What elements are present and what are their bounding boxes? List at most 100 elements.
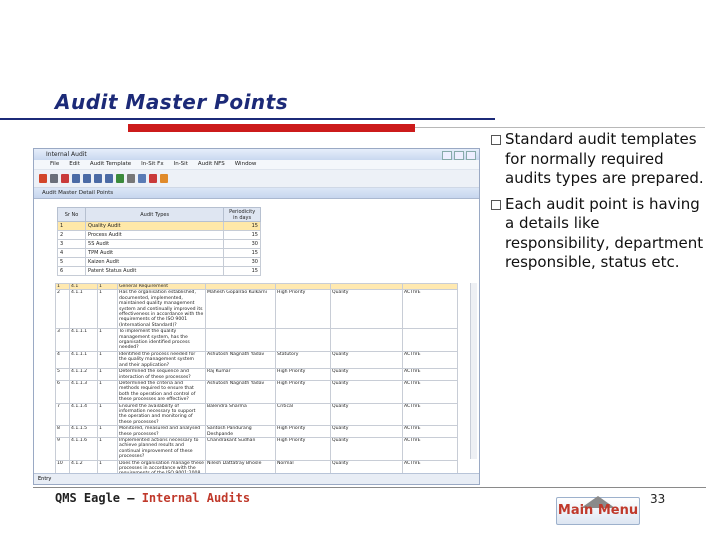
menu-item[interactable]: Window <box>235 160 257 169</box>
table-row[interactable]: 5 Kaizen Audit 30 <box>56 257 261 267</box>
table-row[interactable]: 3 4.1.1.1 1 To implement the quality manage… <box>55 328 458 352</box>
table-cell: Quality <box>330 368 403 381</box>
table-cell: 4.1.1.6 <box>69 436 98 461</box>
table-cell: Kaizen Audit <box>85 257 225 267</box>
table-cell: High Priority <box>275 368 331 381</box>
table-cell: Critical <box>275 402 331 427</box>
table-cell: To implement the quality management syst… <box>117 328 206 352</box>
close-icon[interactable] <box>466 151 476 160</box>
table-cell: 1 <box>97 328 118 352</box>
table-cell: ACTIVE <box>402 379 458 404</box>
table-cell: Santosh Pandurang Deshpande <box>205 425 276 438</box>
footer-accent-text: Internal Audits <box>141 491 251 505</box>
table-row[interactable]: 2 Process Audit 15 <box>56 230 261 240</box>
table-row[interactable]: 8 4.1.1.5 1 Monitored, measured and analyse… <box>55 425 458 438</box>
table-row[interactable]: 4 TPM Audit 15 <box>56 248 261 258</box>
first-icon[interactable] <box>72 174 80 183</box>
table-cell: ACTIVE <box>402 402 458 427</box>
print-icon[interactable] <box>138 174 146 183</box>
table-cell: Chandrakant Sudhan <box>205 436 276 461</box>
main-menu-button[interactable]: Main Menu <box>556 496 640 525</box>
table-row[interactable]: 5 4.1.1.2 1 Determined the sequence and int… <box>55 368 458 381</box>
title-underline <box>0 118 495 120</box>
table-cell: 1 <box>97 436 118 461</box>
table-cell: Quality <box>330 289 403 330</box>
table-cell: 15 <box>223 230 261 240</box>
app-screenshot: Internal Audit File Edit Audit Template … <box>33 148 480 485</box>
table-row[interactable]: 1 Quality Audit 15 <box>56 221 261 231</box>
export-icon[interactable] <box>160 174 168 183</box>
app-status-tab[interactable]: Entry <box>34 473 479 484</box>
minimize-icon[interactable] <box>442 151 452 160</box>
window-controls <box>442 151 476 160</box>
table-cell: 4.1.1 <box>69 289 98 330</box>
menu-item[interactable]: Edit <box>69 160 80 169</box>
table-cell: Ensured the availability of information … <box>117 402 206 427</box>
table-row[interactable]: 7 4.1.1.4 1 Ensured the availability of inf… <box>55 402 458 427</box>
menu-item[interactable]: Audit Template <box>90 160 131 169</box>
table-cell: 6 <box>55 379 70 404</box>
search-icon[interactable] <box>127 174 135 183</box>
divider-line <box>415 127 705 128</box>
app-window-title: Internal Audit <box>46 151 87 158</box>
footer-label: QMS Eagle – Internal Audits <box>55 491 250 505</box>
column-header[interactable]: Sr No <box>56 207 87 222</box>
edit-icon[interactable] <box>50 174 58 183</box>
menu-item[interactable]: In-Sit <box>174 160 188 169</box>
table-cell: 15 <box>223 248 261 258</box>
table-cell: Determined the criteria and methods requ… <box>117 379 206 404</box>
audit-types-grid: Sr No Audit Types Periodicity in days 1Q… <box>56 207 261 276</box>
table-cell: High Priority <box>275 289 331 330</box>
maximize-icon[interactable] <box>454 151 464 160</box>
table-row[interactable]: 6 4.1.1.3 1 Determined the criteria and met… <box>55 379 458 404</box>
table-cell: High Priority <box>275 436 331 461</box>
page-number: 33 <box>650 492 666 506</box>
refresh-icon[interactable] <box>116 174 124 183</box>
table-cell: 1 <box>97 379 118 404</box>
app-titlebar: Internal Audit <box>34 149 479 160</box>
column-header[interactable]: Periodicity in days <box>223 207 261 222</box>
previous-icon[interactable] <box>83 174 91 183</box>
menu-item[interactable]: Audit NFS <box>198 160 225 169</box>
table-cell: 2 <box>56 230 87 240</box>
table-cell: 1 <box>97 402 118 427</box>
table-cell: 4.1.1.1 <box>69 350 98 370</box>
menu-item[interactable]: In-Sit Fx <box>141 160 163 169</box>
table-row[interactable]: 3 5S Audit 30 <box>56 239 261 249</box>
table-cell: Identified the process needed for the qu… <box>117 350 206 370</box>
column-header[interactable]: Audit Types <box>85 207 225 222</box>
table-cell: 4.1.1.1 <box>69 328 98 352</box>
delete-icon[interactable] <box>61 174 69 183</box>
table-row[interactable]: 2 4.1.1 1 Has the organisation established,… <box>55 289 458 330</box>
table-row[interactable]: 6 Patent Status Audit 15 <box>56 266 261 276</box>
table-cell: Raj Kumar <box>205 368 276 381</box>
table-cell: Quality <box>330 436 403 461</box>
table-cell: Monitored, measured and analysed these p… <box>117 425 206 438</box>
table-row[interactable]: 9 4.1.1.6 1 Implemented actions necessary t… <box>55 436 458 461</box>
new-icon[interactable] <box>39 174 47 183</box>
table-cell: 5 <box>56 257 87 267</box>
table-cell: 3 <box>55 328 70 352</box>
pdf-icon[interactable] <box>149 174 157 183</box>
table-cell: Quality <box>330 425 403 438</box>
next-icon[interactable] <box>94 174 102 183</box>
table-cell: TPM Audit <box>85 248 225 258</box>
table-cell <box>330 328 403 352</box>
table-cell: ACTIVE <box>402 350 458 370</box>
table-cell: ACTIVE <box>402 425 458 438</box>
table-cell: 1 <box>97 289 118 330</box>
table-cell: ACTIVE <box>402 289 458 330</box>
app-menubar: File Edit Audit Template In-Sit Fx In-Si… <box>34 160 479 170</box>
table-cell: High Priority <box>275 379 331 404</box>
table-cell: Determined the sequence and interaction … <box>117 368 206 381</box>
table-cell: Patent Status Audit <box>85 266 225 276</box>
table-cell: Implemented actions necessary to achieve… <box>117 436 206 461</box>
table-row[interactable]: 4 4.1.1.1 1 Identified the process needed f… <box>55 350 458 370</box>
table-cell: 4.1.1.4 <box>69 402 98 427</box>
footer-prefix: QMS Eagle – <box>55 491 142 505</box>
last-icon[interactable] <box>105 174 113 183</box>
vertical-scrollbar[interactable] <box>470 283 477 459</box>
menu-item[interactable]: File <box>50 160 59 169</box>
table-cell: ACTIVE <box>402 436 458 461</box>
table-cell: 1 <box>97 368 118 381</box>
